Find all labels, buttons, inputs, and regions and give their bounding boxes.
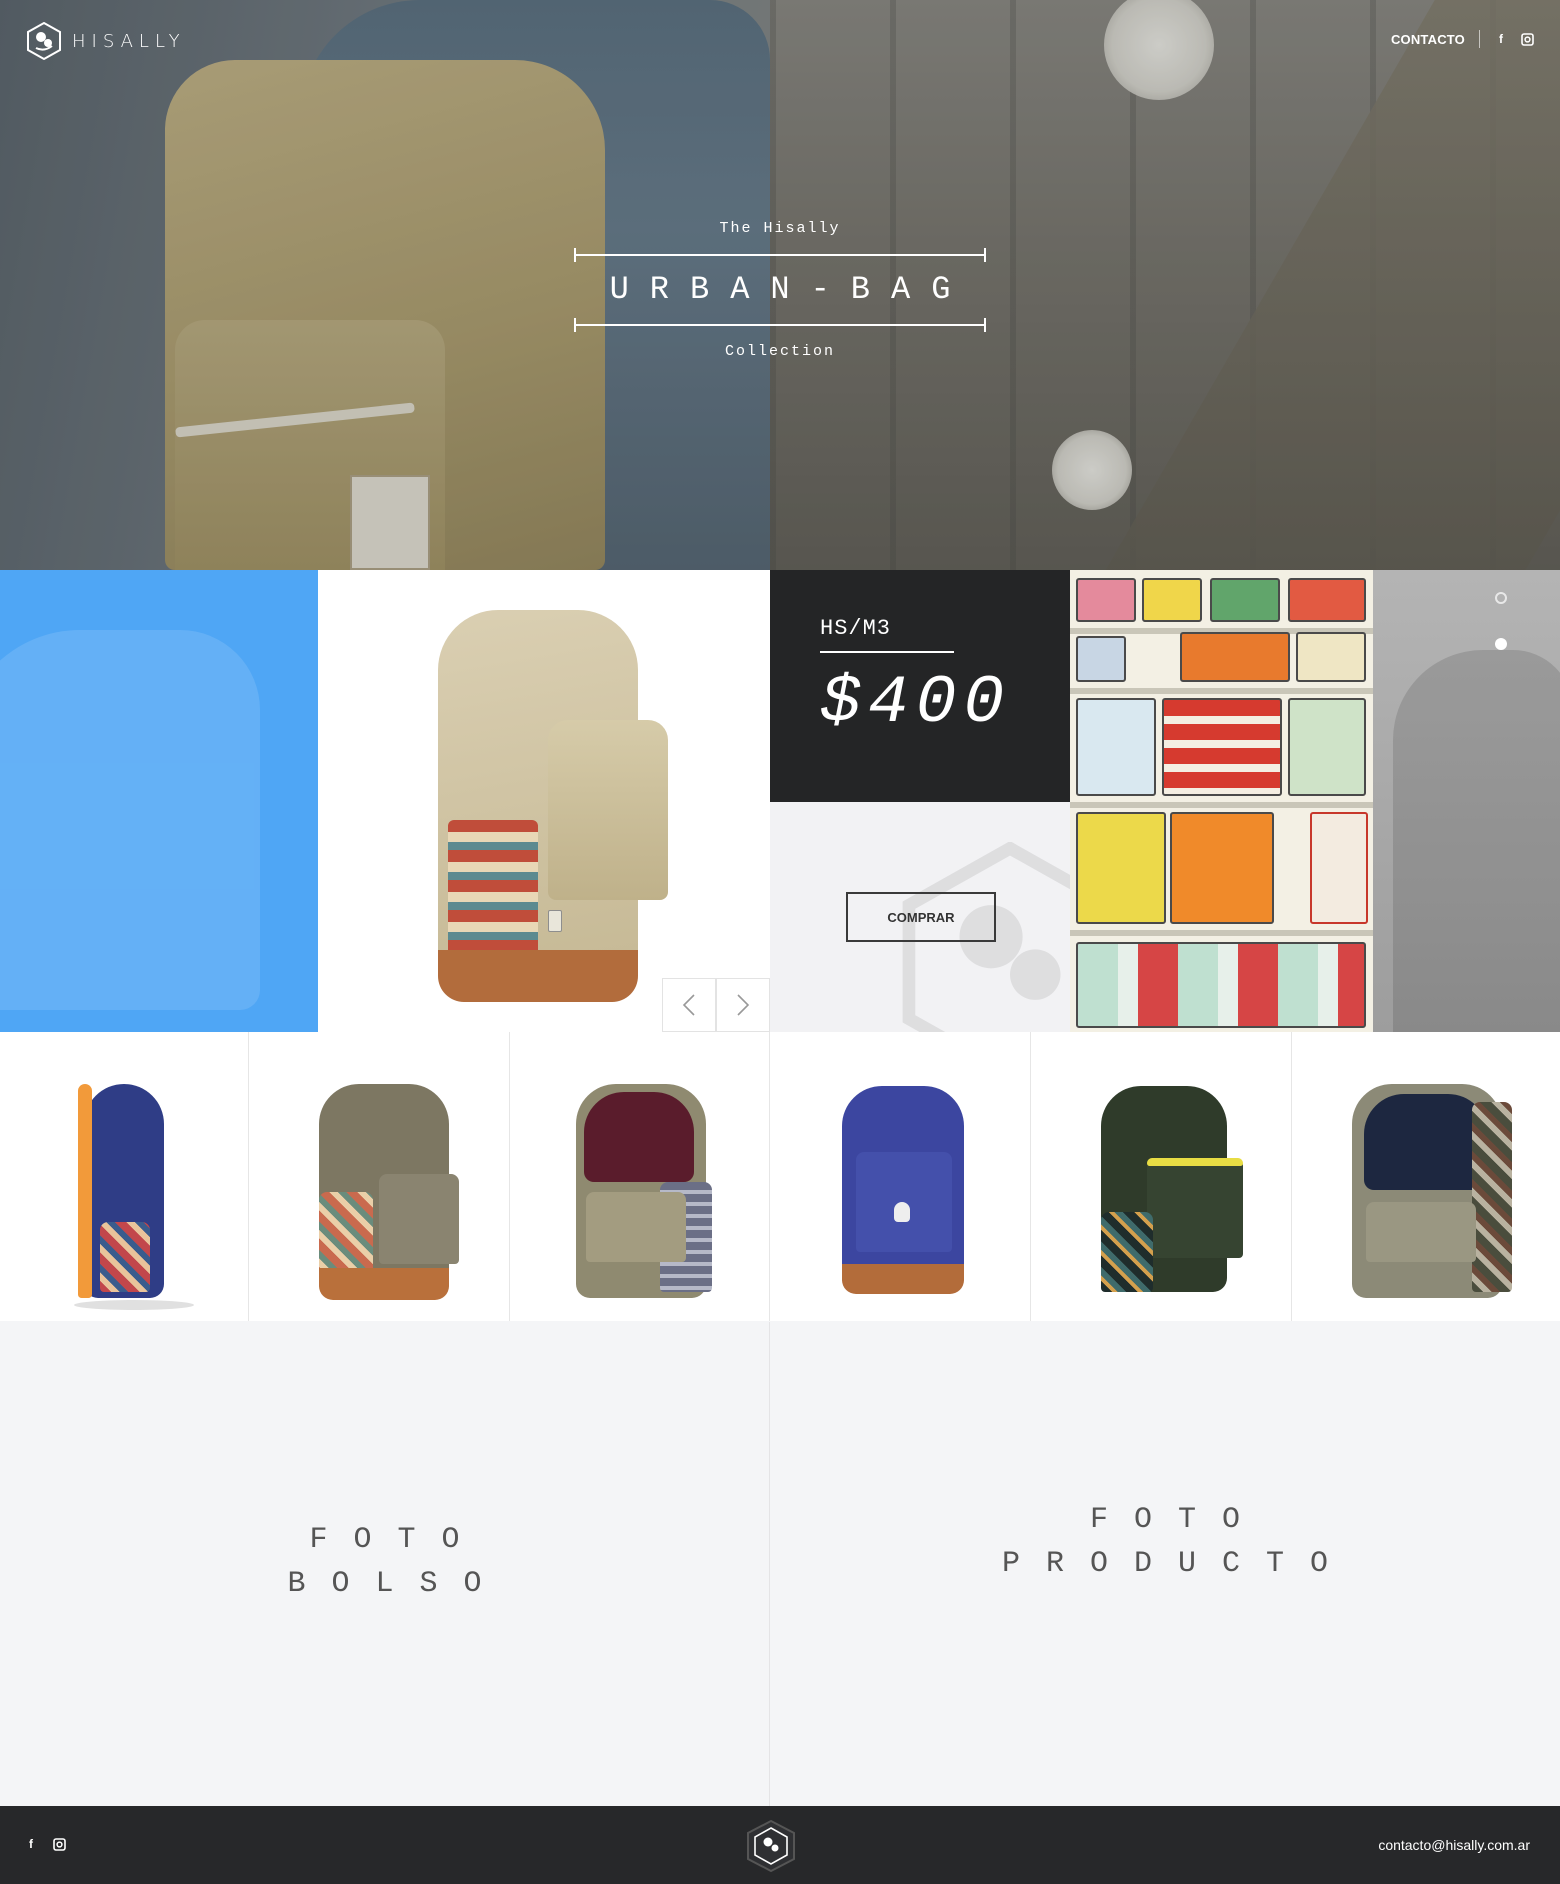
pattern-shelf [1070, 802, 1373, 808]
thumb-pocket [586, 1192, 686, 1262]
thumb-leather-base [319, 1268, 449, 1300]
facebook-icon[interactable]: f [24, 1837, 38, 1851]
pattern-cans [1288, 698, 1366, 796]
chevron-right-icon [737, 994, 750, 1016]
footer-social: f [24, 1837, 66, 1851]
carousel-dot[interactable] [1495, 592, 1507, 604]
buy-button[interactable]: COMPRAR [846, 892, 996, 942]
thumb-lining [584, 1092, 694, 1182]
hisally-logo-icon [27, 22, 61, 60]
buy-area: COMPRAR [770, 802, 1070, 1032]
pattern-box [1288, 578, 1366, 622]
pattern-deter [1170, 812, 1274, 924]
hero-title: URBAN-BAG [609, 271, 972, 308]
product-price: $400 [820, 665, 1012, 742]
grey-photo-panel [1373, 570, 1560, 1032]
price-box: HS/M3 $400 [770, 570, 1070, 802]
pattern-box [1210, 578, 1280, 622]
product-main-photo [318, 570, 770, 1032]
hero-title-block: The Hisally URBAN-BAG Collection [570, 220, 990, 360]
pattern-soap [1076, 812, 1166, 924]
brand-name: HISALLY [72, 30, 186, 52]
nav-right: CONTACTO f [1391, 30, 1534, 48]
thumb-leather-base [842, 1264, 964, 1294]
thumb-strap [78, 1084, 92, 1298]
thumbnail-forest-green[interactable] [1031, 1032, 1292, 1321]
hero-banner: HISALLY CONTACTO f The Hisally URBAN-BAG… [0, 0, 1560, 570]
thumb-pocket [379, 1174, 459, 1264]
thumbnail-navy-side[interactable] [0, 1032, 249, 1321]
grey-panel-silhouette [1393, 650, 1560, 1032]
pattern-box [1180, 632, 1290, 682]
carousel-dots [1495, 592, 1507, 650]
nav-divider [1479, 30, 1480, 48]
pattern-cans [1076, 698, 1156, 796]
placeholder-bag-label: FOTO BOLSO [261, 1518, 507, 1606]
placeholder-product-label: FOTO PRODUCTO [976, 1498, 1354, 1586]
contact-link[interactable]: CONTACTO [1391, 32, 1465, 47]
thumbnail-olive-floral[interactable] [249, 1032, 510, 1321]
fabric-pattern-panel [1070, 570, 1373, 1032]
placeholder-line: BOLSO [287, 1567, 508, 1601]
thumb-pocket [1147, 1158, 1243, 1258]
thumb-pattern [1472, 1102, 1512, 1292]
product-sku: HS/M3 [820, 616, 954, 653]
thumbnail-royal-blue[interactable] [770, 1032, 1031, 1321]
instagram-icon[interactable] [1520, 32, 1534, 46]
pattern-shelf [1070, 930, 1373, 936]
backpack-leather-base [438, 950, 638, 1002]
thumb-label [894, 1202, 910, 1222]
pattern-box [1076, 636, 1126, 682]
thumb-lining [1364, 1094, 1488, 1190]
carousel-arrows [662, 978, 770, 1032]
pattern-box [1076, 578, 1136, 622]
carousel-prev-button[interactable] [662, 978, 716, 1032]
backpack-label [548, 910, 562, 932]
product-showcase: HS/M3 $400 COMPRAR [0, 570, 1560, 1032]
pattern-bottles [1076, 942, 1366, 1028]
photo-placeholders: FOTO BOLSO FOTO PRODUCTO [0, 1322, 1560, 1806]
thumb-zipper [1147, 1158, 1243, 1166]
hero-pretitle: The Hisally [719, 220, 841, 237]
footer-logo-icon[interactable] [745, 1819, 797, 1873]
placeholder-product-photo: FOTO PRODUCTO [770, 1322, 1560, 1806]
carousel-dot-active[interactable] [1495, 638, 1507, 650]
price-column: HS/M3 $400 COMPRAR [770, 570, 1070, 1032]
pattern-cans [1162, 698, 1282, 796]
facebook-icon[interactable]: f [1494, 32, 1508, 46]
footer-email-link[interactable]: contacto@hisally.com.ar [1378, 1837, 1530, 1853]
hero-rule-bottom [574, 318, 986, 332]
pattern-box [1142, 578, 1202, 622]
thumb-pocket [1366, 1202, 1476, 1262]
blue-panel-silhouette [0, 630, 260, 1010]
thumbnail-khaki-open-patterned[interactable] [1292, 1032, 1560, 1321]
chevron-left-icon [682, 994, 695, 1016]
carousel-next-button[interactable] [716, 978, 770, 1032]
placeholder-line: PRODUCTO [1001, 1547, 1355, 1581]
blue-photo-panel [0, 570, 318, 1032]
brand-logo[interactable]: HISALLY [26, 22, 186, 60]
pattern-box [1296, 632, 1366, 682]
footer: f contacto@hisally.com.ar [0, 1806, 1560, 1884]
pattern-shelf [1070, 688, 1373, 694]
thumbnail-strip [0, 1032, 1560, 1321]
hero-subtitle: Collection [724, 343, 835, 360]
backpack-pocket [548, 720, 668, 900]
placeholder-line: FOTO [309, 1523, 486, 1557]
pattern-sol [1310, 812, 1368, 924]
instagram-icon[interactable] [52, 1837, 66, 1851]
thumb-shadow [74, 1300, 194, 1310]
hero-rule-top [574, 248, 986, 262]
placeholder-line: FOTO [1089, 1503, 1266, 1537]
placeholder-bag-photo: FOTO BOLSO [0, 1322, 770, 1806]
thumb-pattern [100, 1222, 150, 1292]
top-navigation: HISALLY CONTACTO f [0, 0, 1560, 80]
thumb-pattern [1101, 1212, 1153, 1292]
thumb-pattern [319, 1192, 373, 1278]
thumbnail-khaki-open[interactable] [510, 1032, 770, 1321]
